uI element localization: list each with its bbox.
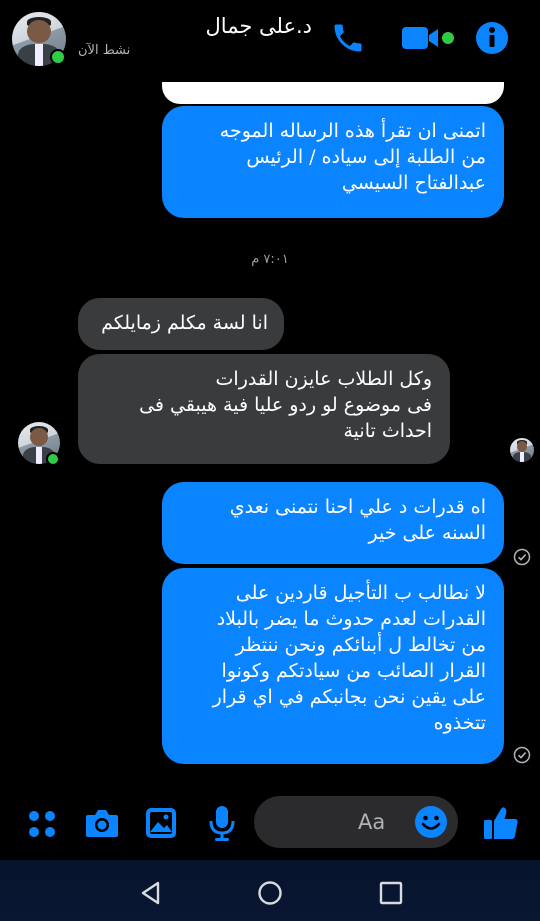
like-icon[interactable]: [482, 804, 520, 842]
video-call-icon[interactable]: [400, 24, 456, 52]
gallery-icon[interactable]: [144, 806, 178, 840]
seen-avatar: [510, 438, 534, 462]
message-outgoing[interactable]: اه قدرات د علي احنا نتمنى نعدي السنه على…: [162, 482, 504, 564]
info-icon[interactable]: [474, 20, 510, 56]
message-incoming[interactable]: وكل الطلاب عايزن القدرات فى موضوع لو ردو…: [78, 354, 450, 464]
sent-check-icon: [513, 548, 531, 566]
recents-icon[interactable]: [376, 878, 406, 908]
contact-status: نشط الآن: [78, 43, 131, 58]
input-placeholder: Aa: [358, 810, 386, 834]
message-outgoing[interactable]: اتمنى ان تقرأ هذه الرساله الموجه من الطل…: [162, 106, 504, 218]
message-composer: Aa: [0, 786, 540, 860]
camera-icon[interactable]: [84, 806, 120, 840]
message-input[interactable]: Aa: [254, 796, 458, 848]
message-outgoing[interactable]: لا نطالب ب التأجيل قاردين على القدرات لع…: [162, 568, 504, 764]
chat-header: د.على جمال نشط الآن: [0, 0, 540, 82]
system-nav-bar: [0, 860, 540, 921]
message-timestamp: ٧:٠١ م: [251, 252, 289, 267]
emoji-icon[interactable]: [414, 805, 448, 839]
online-indicator: [50, 49, 66, 65]
microphone-icon[interactable]: [206, 804, 238, 842]
apps-icon[interactable]: [26, 808, 58, 840]
contact-name[interactable]: د.على جمال: [206, 14, 312, 38]
message-incoming[interactable]: انا لسة مكلم زمايلكم: [78, 298, 284, 350]
home-icon[interactable]: [255, 878, 285, 908]
sent-check-icon: [513, 746, 531, 764]
back-icon[interactable]: [136, 878, 166, 908]
online-indicator: [46, 452, 60, 466]
phone-icon[interactable]: [330, 20, 366, 56]
